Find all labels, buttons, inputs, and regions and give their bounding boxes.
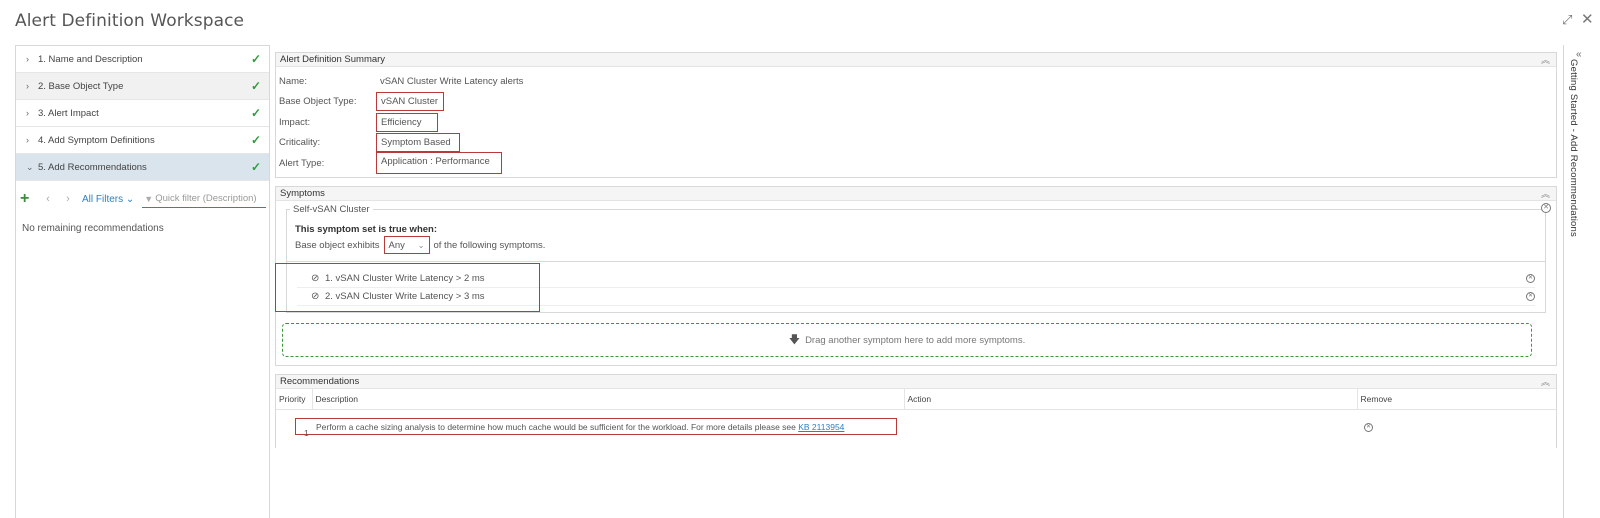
- any-select-value: Any: [388, 239, 405, 251]
- step-add-recommendations[interactable]: ⌄ 5. Add Recommendations ✓: [16, 154, 269, 181]
- symptom-drop-zone[interactable]: 🡇 Drag another symptom here to add more …: [282, 323, 1532, 357]
- prev-page-icon[interactable]: ‹: [38, 193, 58, 205]
- symptom-item[interactable]: ⊘ 2. vSAN Cluster Write Latency > 3 ms ✕: [297, 288, 1535, 306]
- ban-icon: ⊘: [311, 273, 320, 284]
- summary-name-row: Name: vSAN Cluster Write Latency alerts: [276, 71, 1556, 92]
- summary-base-row: Base Object Type: vSAN Cluster: [276, 92, 1556, 113]
- all-filters-dropdown[interactable]: All Filters ⌄: [82, 194, 134, 205]
- symptom-item[interactable]: ⊘ 1. vSAN Cluster Write Latency > 2 ms ✕: [297, 270, 1535, 288]
- step-name-description[interactable]: › 1. Name and Description ✓: [16, 46, 269, 73]
- alert-type-value: Application : Performance: [376, 152, 502, 175]
- symptom-set-legend: Self-vSAN Cluster: [290, 204, 373, 215]
- summary-header[interactable]: Alert Definition Summary ︽: [276, 53, 1556, 67]
- name-label: Name:: [279, 75, 307, 87]
- quick-filter-input[interactable]: ▼ Quick filter (Description): [142, 190, 267, 208]
- arrow-down-icon: 🡇: [788, 333, 801, 346]
- rule-suffix: of the following symptoms.: [433, 239, 546, 251]
- symptom-label: 1. vSAN Cluster Write Latency > 2 ms: [325, 273, 485, 284]
- collapse-icon[interactable]: ︽: [1541, 187, 1550, 200]
- alert-type-label: Alert Type:: [279, 157, 325, 169]
- remove-symptom-set-icon[interactable]: ✕: [1541, 203, 1551, 213]
- check-icon: ✓: [251, 79, 262, 93]
- symptom-label: 2. vSAN Cluster Write Latency > 3 ms: [325, 291, 485, 302]
- rule-prefix: Base object exhibits: [295, 239, 380, 251]
- summary-alert-type-row: Alert Type: Application : Performance: [276, 152, 1556, 175]
- section-title: Recommendations: [280, 376, 360, 387]
- remove-symptom-icon[interactable]: ✕: [1526, 292, 1535, 301]
- step-label: 4. Add Symptom Definitions: [38, 134, 155, 146]
- step-label: 2. Base Object Type: [38, 80, 124, 92]
- chevron-right-icon: ›: [26, 81, 29, 91]
- step-label: 3. Alert Impact: [38, 107, 99, 119]
- description-text: Perform a cache sizing analysis to deter…: [316, 421, 799, 432]
- rule-heading: This symptom set is true when:: [295, 224, 437, 235]
- steps-panel: › 1. Name and Description ✓ › 2. Base Ob…: [15, 45, 270, 518]
- chevron-right-icon: ›: [26, 108, 29, 118]
- rule-row: Base object exhibits Any ⌄ of the follow…: [287, 235, 1545, 255]
- close-icon[interactable]: ✕: [1581, 10, 1594, 28]
- collapse-icon[interactable]: ︽: [1541, 53, 1550, 66]
- chevron-down-icon: ⌄: [26, 161, 34, 172]
- summary-section: Alert Definition Summary ︽ Name: vSAN Cl…: [275, 52, 1557, 178]
- step-add-symptom-definitions[interactable]: › 4. Add Symptom Definitions ✓: [16, 127, 269, 154]
- impact-value: Efficiency: [376, 112, 438, 132]
- getting-started-panel[interactable]: « Getting Started - Add Recommendations: [1563, 45, 1600, 518]
- col-remove[interactable]: Remove: [1357, 389, 1556, 410]
- check-icon: ✓: [251, 106, 262, 120]
- section-title: Alert Definition Summary: [280, 54, 386, 65]
- any-select[interactable]: Any ⌄: [383, 236, 430, 254]
- priority-value: 1: [304, 427, 309, 438]
- section-title: Symptoms: [280, 188, 325, 199]
- drop-hint: Drag another symptom here to add more sy…: [805, 334, 1026, 346]
- collapse-icon[interactable]: ︽: [1541, 375, 1550, 388]
- filter-icon: ▼: [144, 193, 154, 204]
- criticality-value: Symptom Based: [376, 133, 460, 153]
- window-title: Alert Definition Workspace: [15, 11, 245, 31]
- summary-criticality-row: Criticality: Symptom Based: [276, 133, 1556, 154]
- remove-symptom-icon[interactable]: ✕: [1526, 274, 1535, 283]
- main-content: Alert Definition Summary ︽ Name: vSAN Cl…: [275, 52, 1557, 456]
- add-icon[interactable]: +: [20, 191, 38, 207]
- step-label: 5. Add Recommendations: [38, 161, 147, 173]
- step-alert-impact[interactable]: › 3. Alert Impact ✓: [16, 100, 269, 127]
- recommendations-header[interactable]: Recommendations ︽: [276, 375, 1556, 389]
- symptoms-section: Symptoms ︽ Self-vSAN Cluster ✕ This symp…: [275, 186, 1557, 366]
- chevron-down-icon: ⌄: [417, 240, 425, 250]
- base-object-type-label: Base Object Type:: [279, 96, 357, 108]
- chevron-right-icon: ›: [26, 135, 29, 145]
- step-label: 1. Name and Description: [38, 53, 143, 65]
- recommendations-section: Recommendations ︽ Priority Description A…: [275, 374, 1557, 448]
- base-object-type-value: vSAN Cluster: [376, 92, 444, 112]
- criticality-label: Criticality:: [279, 137, 321, 149]
- symptoms-header[interactable]: Symptoms ︽: [276, 187, 1556, 201]
- quick-filter-placeholder: Quick filter (Description): [155, 193, 257, 204]
- check-icon: ✓: [251, 160, 262, 174]
- check-icon: ✓: [251, 52, 262, 66]
- kb-link[interactable]: KB 2113954: [798, 422, 844, 432]
- col-description[interactable]: Description: [312, 389, 905, 410]
- recommendations-table: Priority Description Action Remove 1 Per…: [276, 389, 1556, 443]
- name-value: vSAN Cluster Write Latency alerts: [380, 75, 524, 87]
- expand-icon[interactable]: ⤢: [1562, 12, 1572, 28]
- recommendations-toolbar: + ‹ › All Filters ⌄ ▼ Quick filter (Desc…: [16, 187, 269, 211]
- recommendation-description: 1 Perform a cache sizing analysis to det…: [295, 417, 897, 438]
- remove-recommendation-icon[interactable]: ✕: [1364, 423, 1373, 433]
- check-icon: ✓: [251, 133, 262, 147]
- step-base-object-type[interactable]: › 2. Base Object Type ✓: [16, 73, 269, 100]
- table-row[interactable]: 1 Perform a cache sizing analysis to det…: [276, 409, 1556, 443]
- impact-label: Impact:: [279, 116, 311, 128]
- col-priority[interactable]: Priority: [276, 389, 313, 410]
- ban-icon: ⊘: [311, 291, 320, 302]
- empty-recommendations-text: No remaining recommendations: [22, 223, 164, 234]
- symptom-list: ⊘ 1. vSAN Cluster Write Latency > 2 ms ✕…: [275, 261, 1545, 312]
- col-action[interactable]: Action: [904, 389, 1358, 410]
- summary-impact-row: Impact: Efficiency: [276, 112, 1556, 133]
- getting-started-label: Getting Started - Add Recommendations: [1568, 59, 1579, 237]
- chevron-right-icon: ›: [26, 54, 29, 64]
- next-page-icon[interactable]: ›: [58, 193, 78, 205]
- symptom-set: Self-vSAN Cluster ✕ This symptom set is …: [275, 203, 1551, 313]
